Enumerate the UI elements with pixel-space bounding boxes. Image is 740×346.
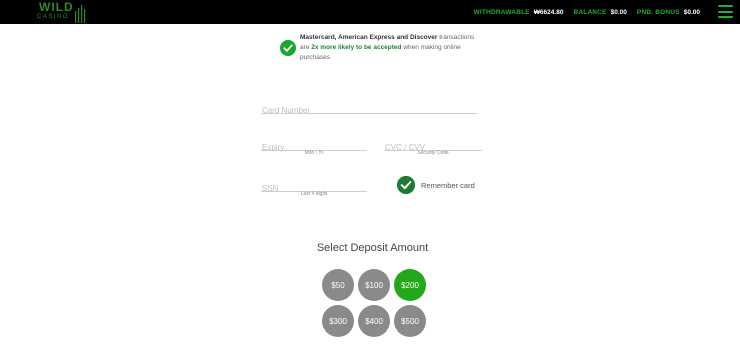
stat-withdrawable: Withdrawable ₩6624.80	[474, 8, 564, 18]
logo-word: WILD	[39, 0, 74, 14]
amount-button-50[interactable]: $50	[322, 269, 354, 301]
logo-sub: CASINO	[37, 14, 70, 20]
deposit-title: Select Deposit Amount	[316, 242, 429, 254]
notice-highlight: 2x more likely to be accepted	[311, 44, 402, 51]
notice-text: Mastercard, American Express and Discove…	[300, 33, 480, 63]
remember-card-label: Remember card	[421, 180, 475, 190]
cvc-field[interactable]	[384, 137, 482, 154]
amount-button-500[interactable]: $500	[394, 305, 426, 337]
expiry-field[interactable]	[261, 137, 367, 154]
ssn-hint: Last 4 digits	[300, 191, 328, 197]
top-header: WILD CASINO Withdrawable ₩6624.80 Balanc…	[0, 0, 740, 24]
expiry-hint: Mon / Yr	[304, 150, 324, 156]
stat-value: ₩6624.80	[533, 9, 564, 16]
stat-label: Withdrawable	[473, 9, 530, 16]
stat-pending-bonus: Pnd. Bonus $0.00	[637, 8, 700, 18]
card-number-input[interactable]	[261, 104, 477, 117]
remember-card-toggle[interactable]: Remember card	[397, 176, 475, 194]
stat-value: $0.00	[683, 9, 700, 16]
account-stats: Withdrawable ₩6624.80 Balance $0.00 Pnd.…	[474, 7, 700, 19]
stat-label: Pnd. Bonus	[636, 9, 680, 16]
amount-button-400[interactable]: $400	[358, 305, 390, 337]
checkbox-checked-icon[interactable]	[397, 176, 415, 194]
amount-button-300[interactable]: $300	[322, 305, 354, 337]
check-circle-icon	[280, 40, 296, 56]
cvc-hint: Security Code	[417, 150, 449, 156]
ssn-field[interactable]	[261, 178, 367, 195]
notice-cards: Mastercard, American Express and Discove…	[300, 34, 438, 41]
card-number-field[interactable]	[261, 100, 477, 117]
stat-label: Balance	[573, 9, 607, 16]
card-acceptance-notice: Mastercard, American Express and Discove…	[280, 33, 480, 63]
amount-button-200[interactable]: $200	[394, 269, 426, 301]
wild-casino-logo[interactable]: WILD CASINO	[30, 1, 90, 23]
amount-button-100[interactable]: $100	[358, 269, 390, 301]
logo-bars-icon	[75, 5, 86, 23]
stat-balance: Balance $0.00	[573, 8, 626, 18]
stat-value: $0.00	[610, 9, 627, 16]
menu-hamburger-icon[interactable]	[718, 5, 733, 18]
